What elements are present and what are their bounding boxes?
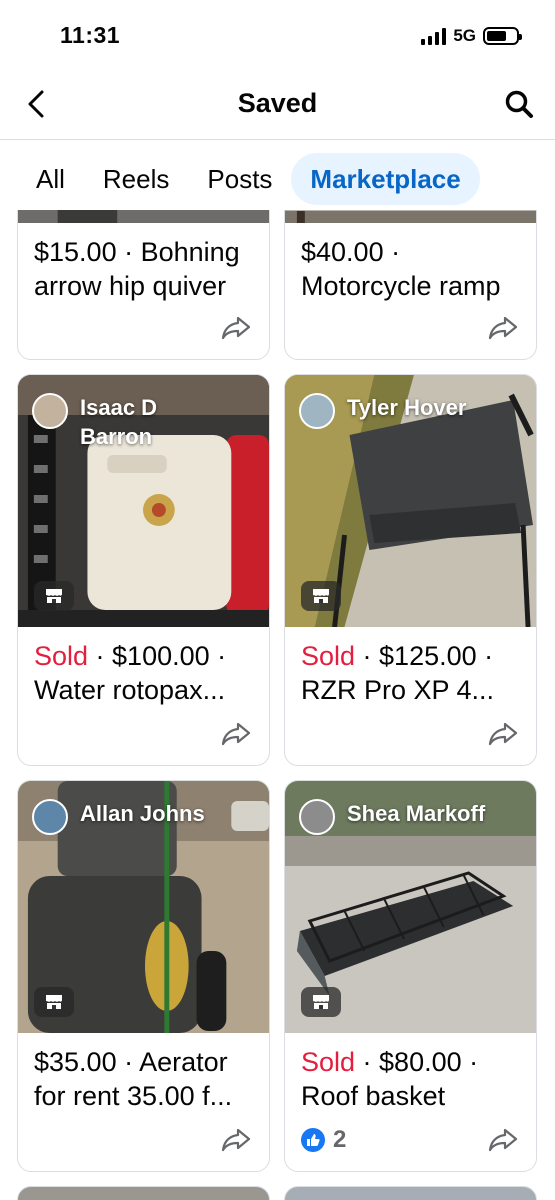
search-button[interactable] <box>501 86 537 122</box>
share-button[interactable] <box>219 717 253 751</box>
listing-footer <box>301 717 520 751</box>
listing-price: $15.00 · Bohning <box>34 237 240 267</box>
listing-title: RZR Pro XP 4... <box>301 675 495 705</box>
sold-label: Sold <box>301 1047 356 1077</box>
listing-title: Motorcycle ramp <box>301 271 501 301</box>
listing-info: $35.00 · Aerator for rent 35.00 f... <box>18 1033 269 1113</box>
share-button[interactable] <box>219 311 253 345</box>
shop-badge <box>301 581 341 611</box>
share-arrow-icon <box>488 1128 518 1152</box>
tab-posts[interactable]: Posts <box>188 153 291 205</box>
seller-name: Allan Johns <box>32 799 205 835</box>
thumbs-up-icon <box>301 1128 325 1152</box>
listing-info: $40.00 · Motorcycle ramp <box>285 223 536 303</box>
avatar <box>32 393 68 429</box>
shop-icon <box>313 589 329 603</box>
listing-photo: Shea Markoff <box>285 781 536 1033</box>
listing-info: Sold · $100.00 · Water rotopax... <box>18 627 269 707</box>
listing-card[interactable]: Shea Markoff Sold · $80.00 · Roof basket… <box>284 780 537 1172</box>
status-bar: 11:31 5G <box>0 0 555 70</box>
sold-label: Sold <box>301 641 356 671</box>
shop-icon <box>313 995 329 1009</box>
listing-price: Sold · $100.00 · <box>34 641 227 671</box>
share-button[interactable] <box>486 1123 520 1157</box>
listing-info: Sold · $125.00 · RZR Pro XP 4... <box>285 627 536 707</box>
saved-tabs: All Reels Posts Marketplace <box>18 152 555 206</box>
listing-title: Water rotopax... <box>34 675 226 705</box>
listing-card[interactable]: Tyler Hover Sold · $125.00 · RZR Pro XP … <box>284 374 537 766</box>
listing-footer: 2 <box>301 1123 520 1157</box>
saved-items-grid: $15.00 · Bohning arrow hip quiver $40.00… <box>17 210 538 1200</box>
shop-badge <box>34 581 74 611</box>
shop-badge <box>34 987 74 1017</box>
listing-title: for rent 35.00 f... <box>34 1081 233 1111</box>
listing-photo <box>18 210 269 223</box>
listing-footer <box>34 1123 253 1157</box>
shop-badge <box>301 987 341 1017</box>
sold-label: Sold <box>34 641 89 671</box>
listing-card[interactable] <box>17 1186 270 1200</box>
listing-card[interactable]: Isaac D Barron Sold · $100.00 · Water ro… <box>17 374 270 766</box>
tab-marketplace[interactable]: Marketplace <box>291 153 480 205</box>
avatar <box>299 799 335 835</box>
listing-price: Sold · $80.00 · <box>301 1047 479 1077</box>
share-arrow-icon <box>221 1128 251 1152</box>
listing-title: Roof basket <box>301 1081 446 1111</box>
listing-photo: Tyler Hover <box>285 375 536 627</box>
listing-info: Sold · $80.00 · Roof basket <box>285 1033 536 1113</box>
top-app-bar: Saved <box>0 70 555 140</box>
seller-name: Shea Markoff <box>299 799 485 835</box>
listing-price: $40.00 · <box>301 237 401 267</box>
listing-photo: Allan Johns <box>18 781 269 1033</box>
tab-reels[interactable]: Reels <box>84 153 188 205</box>
listing-card[interactable]: $15.00 · Bohning arrow hip quiver <box>17 210 270 360</box>
signal-icon <box>421 27 447 45</box>
battery-icon <box>483 27 522 45</box>
like-count[interactable]: 2 <box>301 1126 346 1154</box>
share-arrow-icon <box>221 316 251 340</box>
shop-icon <box>46 589 62 603</box>
share-arrow-icon <box>488 316 518 340</box>
share-arrow-icon <box>221 722 251 746</box>
shop-icon <box>46 995 62 1009</box>
avatar <box>299 393 335 429</box>
avatar <box>32 799 68 835</box>
status-indicators: 5G <box>421 26 522 46</box>
share-button[interactable] <box>486 311 520 345</box>
listing-photo: Isaac D Barron <box>18 375 269 627</box>
seller-name: Tyler Hover <box>299 393 466 429</box>
listing-title: arrow hip quiver <box>34 271 227 301</box>
listing-card[interactable] <box>284 1186 537 1200</box>
listing-card[interactable]: $40.00 · Motorcycle ramp <box>284 210 537 360</box>
seller-name: Isaac D Barron <box>32 393 190 451</box>
listing-info: $15.00 · Bohning arrow hip quiver <box>18 223 269 303</box>
listing-photo <box>285 210 536 223</box>
listing-card[interactable]: Allan Johns $35.00 · Aerator for rent 35… <box>17 780 270 1172</box>
share-button[interactable] <box>486 717 520 751</box>
tab-all[interactable]: All <box>18 153 84 205</box>
share-arrow-icon <box>488 722 518 746</box>
status-time: 11:31 <box>60 22 121 48</box>
listing-footer <box>34 717 253 751</box>
page-title: Saved <box>237 88 318 118</box>
listing-price: $35.00 · Aerator <box>34 1047 228 1077</box>
share-button[interactable] <box>219 1123 253 1157</box>
listing-price: Sold · $125.00 · <box>301 641 494 671</box>
listing-footer <box>34 311 253 345</box>
search-icon <box>505 90 533 118</box>
listing-footer <box>301 311 520 345</box>
network-label: 5G <box>453 26 476 45</box>
